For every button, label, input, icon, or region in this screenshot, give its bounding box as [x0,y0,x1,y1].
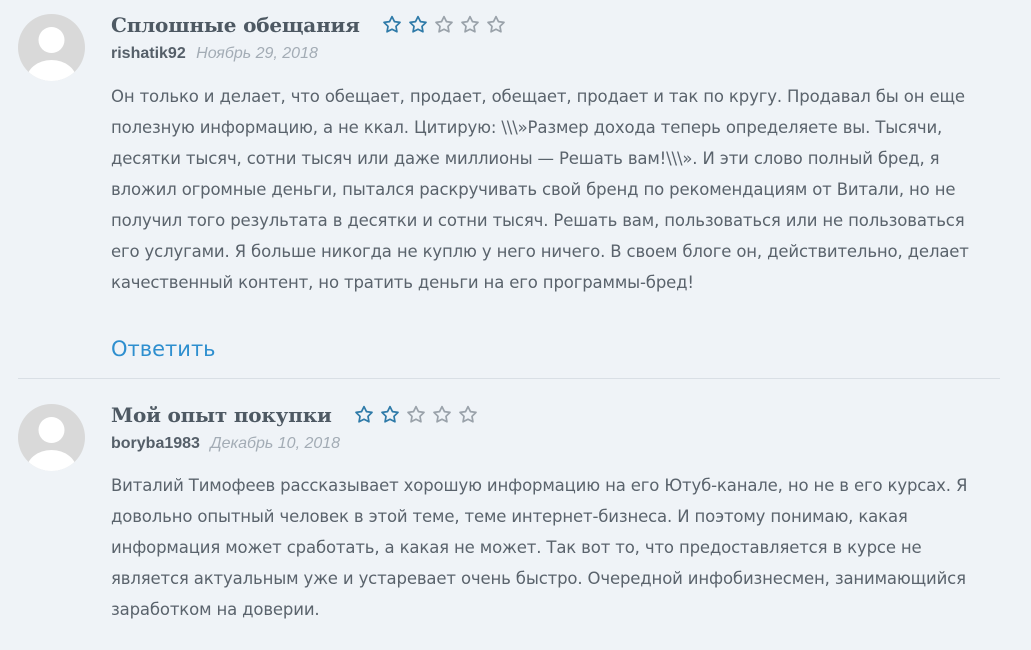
review-title: Сплошные обещания [111,13,360,37]
review-header: Сплошные обещания [111,13,506,37]
star-empty-icon [432,405,451,423]
review-meta: rishatik92 Ноябрь 29, 2018 [111,45,318,63]
star-empty-icon [458,405,477,423]
review-date: Декабрь 10, 2018 [210,435,341,452]
star-filled-icon [382,15,401,33]
avatar-icon [18,14,85,81]
divider [18,378,1000,379]
star-empty-icon [460,15,479,33]
star-filled-icon [408,15,427,33]
star-rating [382,15,506,35]
review-header: Мой опыт покупки [111,403,478,427]
review-meta: boryba1983 Декабрь 10, 2018 [111,435,340,453]
star-empty-icon [406,405,425,423]
review-date: Ноябрь 29, 2018 [196,45,318,62]
review-text: Виталий Тимофеев рассказывает хорошую ин… [111,476,968,619]
star-rating [354,405,478,425]
author-name[interactable]: boryba1983 [111,435,200,452]
review-title: Мой опыт покупки [111,403,332,427]
author-name[interactable]: rishatik92 [111,45,186,62]
review-text: Он только и делает, что обещает, продает… [111,87,969,292]
reply-link[interactable]: Ответить [111,337,216,361]
star-filled-icon [380,405,399,423]
star-empty-icon [486,15,505,33]
star-empty-icon [434,15,453,33]
avatar-icon [18,404,85,471]
star-filled-icon [354,405,373,423]
